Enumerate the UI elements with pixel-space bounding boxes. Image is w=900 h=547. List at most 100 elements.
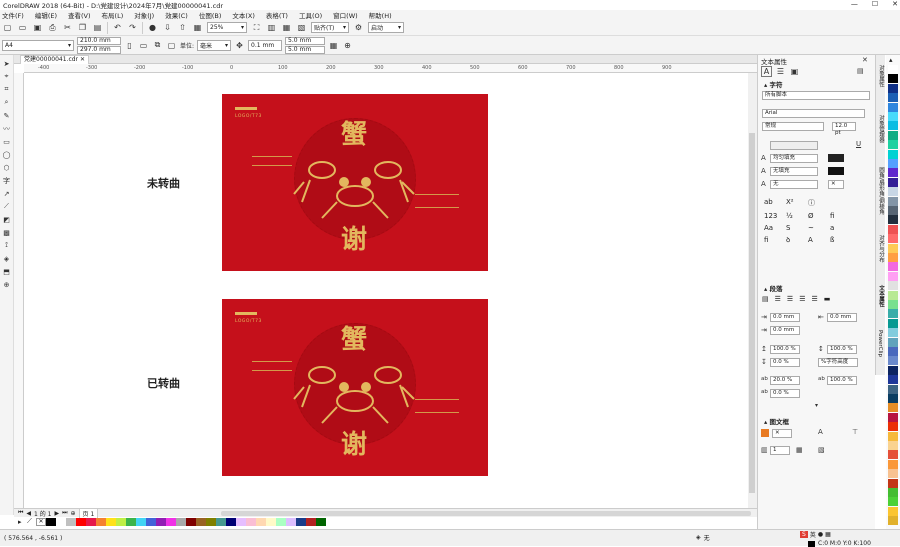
current-page-icon[interactable]: ▢ [166, 40, 177, 51]
column-settings-icon[interactable]: ▦ [796, 446, 803, 454]
ime-logo-icon[interactable]: S [800, 531, 808, 538]
design-artwork-top[interactable]: LOGO/T73 蟹 谢 [222, 94, 488, 271]
new-icon[interactable]: ▢ [2, 22, 13, 33]
show-guides-icon[interactable]: ▧ [296, 22, 307, 33]
add-tool-icon[interactable]: ⊕ [2, 279, 12, 290]
color-swatch[interactable] [146, 517, 156, 526]
parallel-dimension-icon[interactable]: ↗ [2, 188, 12, 199]
spacing-unit-select[interactable]: %字符高度 [818, 358, 858, 367]
menu-object[interactable]: 对象(J) [134, 10, 154, 20]
fill-type-select[interactable]: 均匀填充 [770, 154, 818, 163]
left-indent-input[interactable]: 0.0 mm [770, 313, 800, 322]
zoom-tool-icon[interactable]: ⌕ [2, 97, 12, 108]
before-spacing-input[interactable]: 100.0 % [770, 345, 800, 354]
polygon-tool-icon[interactable]: ⬡ [2, 162, 12, 173]
eyedropper-icon[interactable]: ⟟ [2, 240, 12, 251]
smart-fill-icon[interactable]: ⬒ [2, 266, 12, 277]
color-swatch[interactable] [888, 506, 898, 516]
color-swatch[interactable] [256, 517, 266, 526]
connector-tool-icon[interactable]: ⟋ [2, 201, 12, 212]
eyedropper-icon[interactable]: ⟋ [27, 517, 36, 526]
tab-document[interactable]: 党建00000041.cdr ✕ [20, 55, 89, 64]
menu-help[interactable]: 帮助(H) [369, 10, 392, 20]
page-size-select[interactable]: A4 ▾ [2, 39, 74, 51]
close-docker-icon[interactable]: ✕ [862, 56, 868, 64]
color-swatch[interactable] [888, 431, 898, 441]
outline-style-select[interactable]: ✕ [828, 180, 844, 189]
show-grid-icon[interactable]: ▦ [281, 22, 292, 33]
color-swatch[interactable] [888, 356, 898, 366]
kerning-input[interactable] [770, 141, 818, 150]
horizontal-scrollbar[interactable] [221, 510, 751, 516]
drawing-canvas[interactable]: LOGO/T73 蟹 谢 未转曲 LOGO/T73 蟹 谢 已转曲 [24, 73, 748, 508]
zoom-select[interactable]: 25% ▾ [207, 22, 247, 33]
ornament-icon[interactable]: ⓘ [808, 198, 830, 208]
line-spacing-input[interactable]: 100.0 % [827, 345, 857, 354]
no-color-swatch[interactable]: ✕ [36, 517, 46, 526]
color-swatch[interactable] [888, 112, 898, 121]
discretionary-icon[interactable]: fi [764, 236, 786, 245]
color-swatch[interactable] [888, 253, 898, 262]
menu-bitmaps[interactable]: 位图(B) [199, 10, 222, 20]
drop-shadow-icon[interactable]: ◩ [2, 214, 12, 225]
add-preset-icon[interactable]: ⊕ [342, 40, 353, 51]
close-button[interactable]: ✕ [892, 0, 898, 8]
shape-tool-icon[interactable]: ⌖ [2, 71, 12, 82]
color-swatch[interactable] [888, 318, 898, 328]
menu-layout[interactable]: 布局(L) [102, 10, 124, 20]
last-page-icon[interactable]: ⏭ [62, 509, 67, 517]
align-right-icon[interactable]: ☰ [799, 295, 805, 303]
treat-as-filled-icon[interactable]: ▦ [328, 40, 339, 51]
menu-table[interactable]: 表格(T) [266, 10, 288, 20]
color-swatch[interactable] [888, 422, 898, 432]
justify-icon[interactable]: ☰ [811, 295, 817, 303]
color-swatch[interactable] [216, 517, 226, 526]
color-swatch[interactable] [166, 517, 176, 526]
snap-to-select[interactable]: 贴齐(T) ▾ [311, 22, 349, 33]
force-justify-icon[interactable]: ▬ [824, 295, 831, 303]
color-swatch[interactable] [888, 83, 898, 93]
color-swatch[interactable] [86, 517, 96, 526]
text-tool-icon[interactable]: 字 [2, 175, 12, 186]
ellipse-tool-icon[interactable]: ◯ [2, 149, 12, 160]
titling-icon[interactable]: A [808, 236, 830, 245]
color-swatch[interactable] [246, 517, 256, 526]
color-swatch[interactable] [106, 517, 116, 526]
fill-color-swatch[interactable] [828, 154, 844, 162]
alternates-icon[interactable]: a [830, 224, 852, 232]
column-width-icon[interactable]: ▧ [818, 446, 825, 454]
add-page-icon[interactable]: ⊕ [71, 510, 76, 517]
tab-text-properties[interactable]: 文本属性 [877, 285, 885, 307]
color-swatch[interactable] [888, 375, 898, 385]
underline-icon[interactable]: U [856, 140, 861, 148]
redo-icon[interactable]: ↷ [127, 22, 138, 33]
save-icon[interactable]: ▣ [32, 22, 43, 33]
after-spacing-input[interactable]: 0.0 % [770, 358, 800, 367]
color-swatch[interactable] [888, 224, 898, 234]
color-swatch[interactable] [296, 517, 306, 526]
next-page-icon[interactable]: ▶ [54, 510, 59, 517]
character-tab-icon[interactable]: A [761, 66, 772, 77]
rectangle-tool-icon[interactable]: ▭ [2, 136, 12, 147]
font-size-input[interactable]: 12.0 pt [832, 122, 856, 136]
color-swatch[interactable] [888, 243, 898, 253]
background-fill-select[interactable]: 无填充 [770, 167, 818, 176]
frame-outline-select[interactable]: ✕ [772, 429, 792, 438]
color-swatch[interactable] [888, 159, 898, 168]
menu-window[interactable]: 窗口(W) [333, 10, 358, 20]
frame-tab-icon[interactable]: ▣ [789, 66, 800, 77]
color-swatch[interactable] [888, 65, 898, 74]
columns-input[interactable]: 1 [770, 446, 790, 455]
color-swatch[interactable] [888, 394, 898, 403]
tab-object-properties[interactable]: 对象属性 [877, 65, 885, 87]
stylistic-icon[interactable]: S [786, 224, 808, 232]
color-swatch[interactable] [96, 517, 106, 526]
palette-scroll-icon[interactable]: ▸ [18, 518, 27, 526]
frame-fill-swatch[interactable] [761, 429, 769, 437]
portrait-icon[interactable]: ▯ [124, 40, 135, 51]
font-select[interactable]: Arial [762, 109, 865, 118]
script-select[interactable]: 所有脚本 [762, 91, 870, 100]
copy-icon[interactable]: ❐ [77, 22, 88, 33]
color-swatch[interactable] [888, 469, 898, 479]
opentype-icon[interactable]: ab [764, 198, 786, 208]
